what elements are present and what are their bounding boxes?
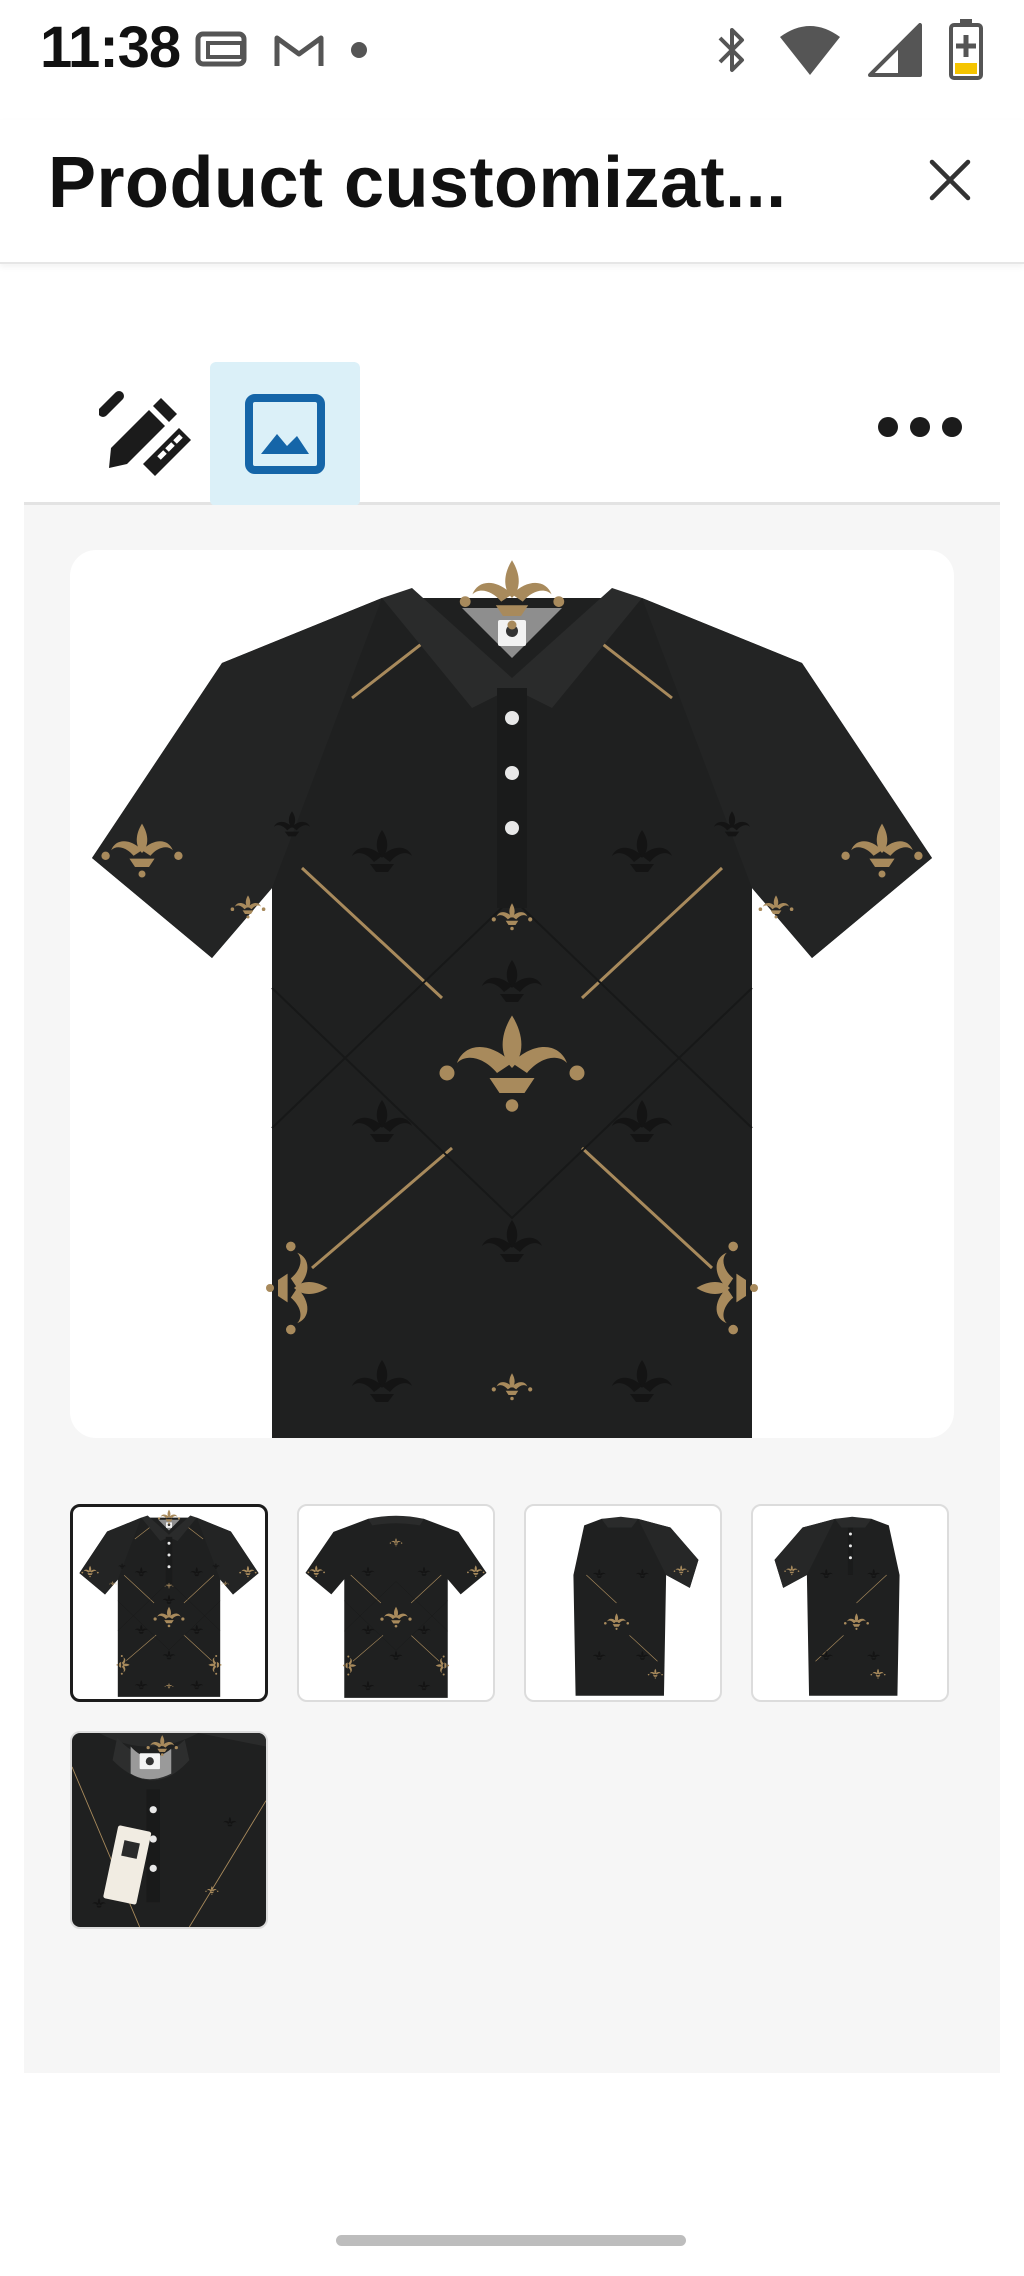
design-tools-icon xyxy=(99,391,191,476)
thumbnail-front[interactable] xyxy=(70,1504,268,1702)
notification-dot-icon xyxy=(351,42,367,58)
cell-signal-icon xyxy=(868,23,922,77)
thumbnail-front-image xyxy=(73,1507,265,1699)
status-right-icons xyxy=(712,18,984,82)
image-icon xyxy=(245,394,325,474)
design-tools-button[interactable] xyxy=(72,362,222,506)
thumbnail-side-right[interactable] xyxy=(751,1504,949,1702)
thumbnail-side-left[interactable] xyxy=(524,1504,722,1702)
screen-cast-icon xyxy=(195,31,247,67)
bluetooth-icon xyxy=(718,28,744,72)
battery-charging-icon xyxy=(949,19,983,80)
more-options-button[interactable] xyxy=(878,402,962,452)
close-button[interactable] xyxy=(920,150,980,210)
status-left-icons xyxy=(194,22,370,78)
page-title: Product customizat... xyxy=(48,143,787,223)
thumbnail-collar-detail-image xyxy=(72,1733,266,1927)
status-time: 11:38 xyxy=(40,15,181,80)
thumbnail-back[interactable] xyxy=(297,1504,495,1702)
status-bar: 11:38 xyxy=(0,0,1024,100)
thumbnail-back-image xyxy=(299,1506,493,1700)
image-tool-button[interactable] xyxy=(210,362,360,506)
thumbnail-collar-detail[interactable] xyxy=(70,1731,268,1929)
editor-toolbar xyxy=(24,352,1000,506)
image-gallery xyxy=(24,505,1000,2073)
more-dot xyxy=(910,417,930,437)
close-icon xyxy=(929,159,971,201)
more-dot xyxy=(878,417,898,437)
home-indicator[interactable] xyxy=(336,2235,686,2246)
more-dot xyxy=(942,417,962,437)
wifi-icon xyxy=(780,26,840,75)
polo-shirt-front-image xyxy=(70,550,954,1438)
gmail-icon xyxy=(274,35,324,66)
title-bar: Product customizat... xyxy=(0,120,1024,264)
thumbnail-side-left-image xyxy=(526,1506,720,1700)
thumbnail-side-right-image xyxy=(753,1506,947,1700)
main-product-image[interactable] xyxy=(70,550,954,1438)
